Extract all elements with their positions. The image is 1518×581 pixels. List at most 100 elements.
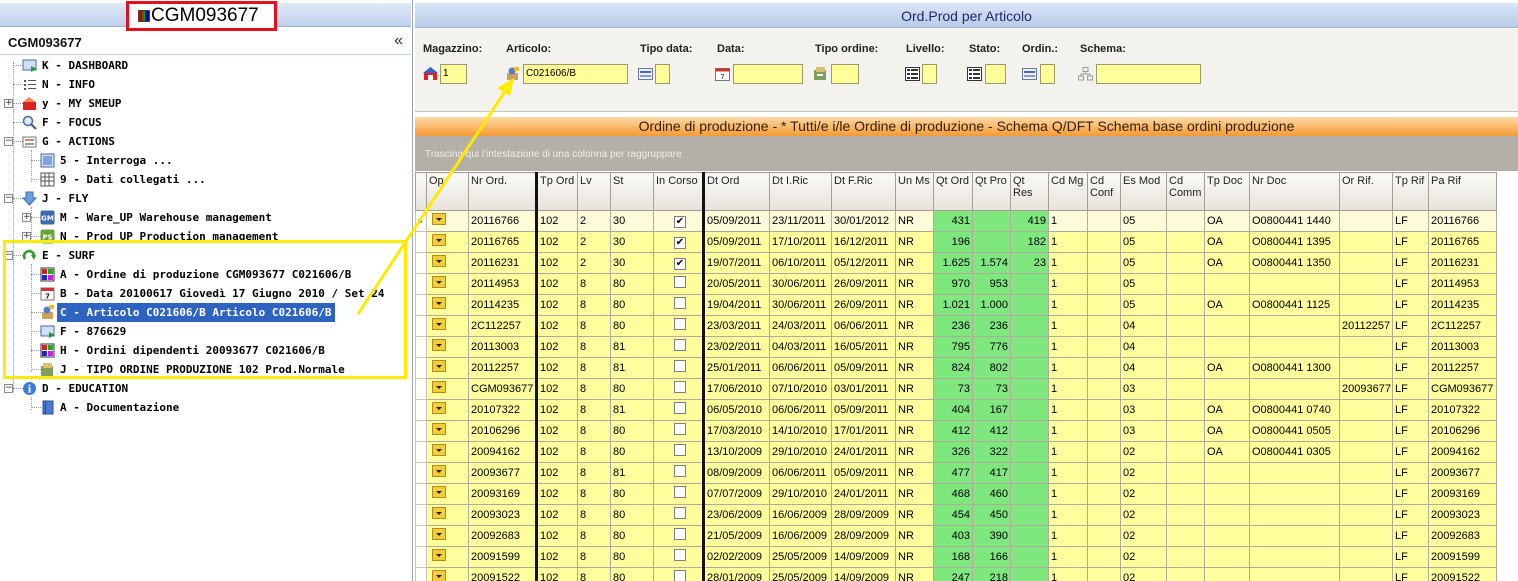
tree-item[interactable]: N - INFO bbox=[0, 75, 405, 94]
tree-item[interactable]: F - 876629 bbox=[0, 322, 405, 341]
row-selector[interactable] bbox=[415, 420, 427, 442]
tree-item[interactable]: − G - ACTIONS bbox=[0, 132, 405, 151]
row-actions-dropdown-icon[interactable] bbox=[432, 465, 446, 477]
in-corso-checkbox[interactable] bbox=[674, 528, 686, 540]
table-row[interactable]: 20093023 102 8 80 23/06/2009 16/06/2009 28/09/… bbox=[415, 504, 1497, 526]
row-selector[interactable] bbox=[415, 399, 427, 421]
table-row[interactable]: 20106296 102 8 80 17/03/2010 14/10/2010 17/01/… bbox=[415, 420, 1497, 442]
table-row[interactable]: 20107322 102 8 81 06/05/2010 06/06/2011 05/09/… bbox=[415, 399, 1497, 421]
in-corso-checkbox[interactable] bbox=[674, 444, 686, 456]
collapse-icon[interactable]: − bbox=[4, 194, 13, 203]
articolo-field[interactable]: C021606/B bbox=[523, 64, 628, 84]
row-actions-dropdown-icon[interactable] bbox=[432, 297, 446, 309]
column-header-sel[interactable] bbox=[415, 172, 427, 211]
tree-item[interactable]: K - DASHBOARD bbox=[0, 56, 405, 75]
row-actions-dropdown-icon[interactable] bbox=[432, 402, 446, 414]
row-actions-dropdown-icon[interactable] bbox=[432, 276, 446, 288]
row-selector[interactable] bbox=[415, 273, 427, 295]
row-selector[interactable] bbox=[415, 231, 427, 253]
tree-item[interactable]: − E - SURF bbox=[0, 246, 405, 265]
row-selector[interactable] bbox=[415, 462, 427, 484]
table-row[interactable]: 20092683 102 8 80 21/05/2009 16/06/2009 28/09/… bbox=[415, 525, 1497, 547]
row-actions-dropdown-icon[interactable] bbox=[432, 255, 446, 267]
row-actions-dropdown-icon[interactable] bbox=[432, 213, 446, 225]
column-header-qt-pro[interactable]: Qt Pro bbox=[972, 172, 1011, 211]
in-corso-checkbox[interactable] bbox=[674, 318, 686, 330]
table-row[interactable]: ▸ 20116766 102 2 30 ✔ 05/09/2011 23/11/2011 30/0… bbox=[415, 210, 1497, 232]
collapse-icon[interactable]: − bbox=[4, 137, 13, 146]
table-row[interactable]: 20112257 102 8 81 25/01/2011 06/06/2011 05/09/… bbox=[415, 357, 1497, 379]
column-header-lv[interactable]: Lv bbox=[577, 172, 611, 211]
column-header-st[interactable]: St bbox=[610, 172, 654, 211]
row-actions-dropdown-icon[interactable] bbox=[432, 381, 446, 393]
row-actions-dropdown-icon[interactable] bbox=[432, 486, 446, 498]
table-row[interactable]: 20114235 102 8 80 19/04/2011 30/06/2011 26/09/… bbox=[415, 294, 1497, 316]
row-selector[interactable] bbox=[415, 252, 427, 274]
tree-item[interactable]: F - FOCUS bbox=[0, 113, 405, 132]
tipo-data-field[interactable] bbox=[655, 64, 670, 84]
row-actions-dropdown-icon[interactable] bbox=[432, 528, 446, 540]
column-header-or-rif[interactable]: Or Rif. bbox=[1339, 172, 1393, 211]
column-header-op[interactable]: Op bbox=[426, 172, 469, 211]
magazzino-field[interactable]: 1 bbox=[440, 64, 467, 84]
in-corso-checkbox[interactable] bbox=[674, 465, 686, 477]
in-corso-checkbox[interactable] bbox=[674, 402, 686, 414]
in-corso-checkbox[interactable] bbox=[674, 339, 686, 351]
row-selector[interactable] bbox=[415, 504, 427, 526]
column-header-pa-rif[interactable]: Pa Rif bbox=[1428, 172, 1497, 211]
table-row[interactable]: 20113003 102 8 81 23/02/2011 04/03/2011 16/05/… bbox=[415, 336, 1497, 358]
row-actions-dropdown-icon[interactable] bbox=[432, 360, 446, 372]
data-field[interactable] bbox=[733, 64, 803, 84]
tree-item[interactable]: H - Ordini dipendenti 20093677 C021606/B bbox=[0, 341, 405, 360]
table-row[interactable]: 20116231 102 2 30 ✔ 19/07/2011 06/10/2011 05/12… bbox=[415, 252, 1497, 274]
collapse-icon[interactable]: − bbox=[4, 384, 13, 393]
row-selector[interactable] bbox=[415, 525, 427, 547]
tree-item[interactable]: 7 B - Data 20100617 Giovedì 17 Giugno 201… bbox=[0, 284, 405, 303]
column-header-tp-ord[interactable]: Tp Ord bbox=[535, 172, 578, 211]
row-selector[interactable]: ▸ bbox=[415, 210, 427, 232]
table-row[interactable]: 20093169 102 8 80 07/07/2009 29/10/2010 24/01/… bbox=[415, 483, 1497, 505]
row-selector[interactable] bbox=[415, 546, 427, 568]
column-header-qt-res[interactable]: Qt Res bbox=[1010, 172, 1049, 211]
column-header-dt-ord[interactable]: Dt Ord bbox=[702, 172, 770, 211]
row-selector[interactable] bbox=[415, 336, 427, 358]
tree-item[interactable]: + GM M - Ware_UP Warehouse management bbox=[0, 208, 405, 227]
in-corso-checkbox[interactable] bbox=[674, 423, 686, 435]
table-row[interactable]: 20116765 102 2 30 ✔ 05/09/2011 17/10/2011 16/12… bbox=[415, 231, 1497, 253]
row-actions-dropdown-icon[interactable] bbox=[432, 570, 446, 581]
row-actions-dropdown-icon[interactable] bbox=[432, 549, 446, 561]
in-corso-checkbox[interactable] bbox=[674, 276, 686, 288]
ordin-field[interactable] bbox=[1040, 64, 1055, 84]
expand-icon[interactable]: + bbox=[22, 213, 31, 222]
row-actions-dropdown-icon[interactable] bbox=[432, 234, 446, 246]
collapse-icon[interactable]: − bbox=[4, 251, 13, 260]
in-corso-checkbox[interactable]: ✔ bbox=[674, 236, 686, 249]
in-corso-checkbox[interactable] bbox=[674, 486, 686, 498]
column-header-tp-rif[interactable]: Tp Rif bbox=[1392, 172, 1429, 211]
row-selector[interactable] bbox=[415, 441, 427, 463]
row-actions-dropdown-icon[interactable] bbox=[432, 423, 446, 435]
row-actions-dropdown-icon[interactable] bbox=[432, 507, 446, 519]
in-corso-checkbox[interactable] bbox=[674, 297, 686, 309]
tree-item[interactable]: 5 - Interroga ... bbox=[0, 151, 405, 170]
tree-item[interactable]: 9 - Dati collegati ... bbox=[0, 170, 405, 189]
in-corso-checkbox[interactable] bbox=[674, 570, 686, 581]
in-corso-checkbox[interactable]: ✔ bbox=[674, 257, 686, 270]
table-row[interactable]: 20091599 102 8 80 02/02/2009 25/05/2009 14/09/… bbox=[415, 546, 1497, 568]
column-header-cd-conf[interactable]: Cd Conf bbox=[1087, 172, 1121, 211]
row-selector[interactable] bbox=[415, 378, 427, 400]
table-row[interactable]: 2C112257 102 8 80 23/03/2011 24/03/2011 06/06/… bbox=[415, 315, 1497, 337]
row-selector[interactable] bbox=[415, 315, 427, 337]
row-selector[interactable] bbox=[415, 567, 427, 581]
schema-field[interactable] bbox=[1096, 64, 1201, 84]
in-corso-checkbox[interactable] bbox=[674, 507, 686, 519]
tree-item[interactable]: A - Ordine di produzione CGM093677 C0216… bbox=[0, 265, 405, 284]
column-header-in-corso[interactable]: In Corso bbox=[653, 172, 704, 211]
expand-icon[interactable]: + bbox=[22, 232, 31, 241]
column-header-dt-iric[interactable]: Dt I.Ric bbox=[769, 172, 832, 211]
column-header-cd-comm[interactable]: Cd Comm bbox=[1166, 172, 1205, 211]
column-header-nr-doc[interactable]: Nr Doc bbox=[1249, 172, 1340, 211]
column-header-tp-doc[interactable]: Tp Doc bbox=[1204, 172, 1250, 211]
tree-item[interactable]: J - TIPO ORDINE PRODUZIONE 102 Prod.Norm… bbox=[0, 360, 405, 379]
table-row[interactable]: CGM093677 102 8 80 17/06/2010 07/10/2010 03/01… bbox=[415, 378, 1497, 400]
